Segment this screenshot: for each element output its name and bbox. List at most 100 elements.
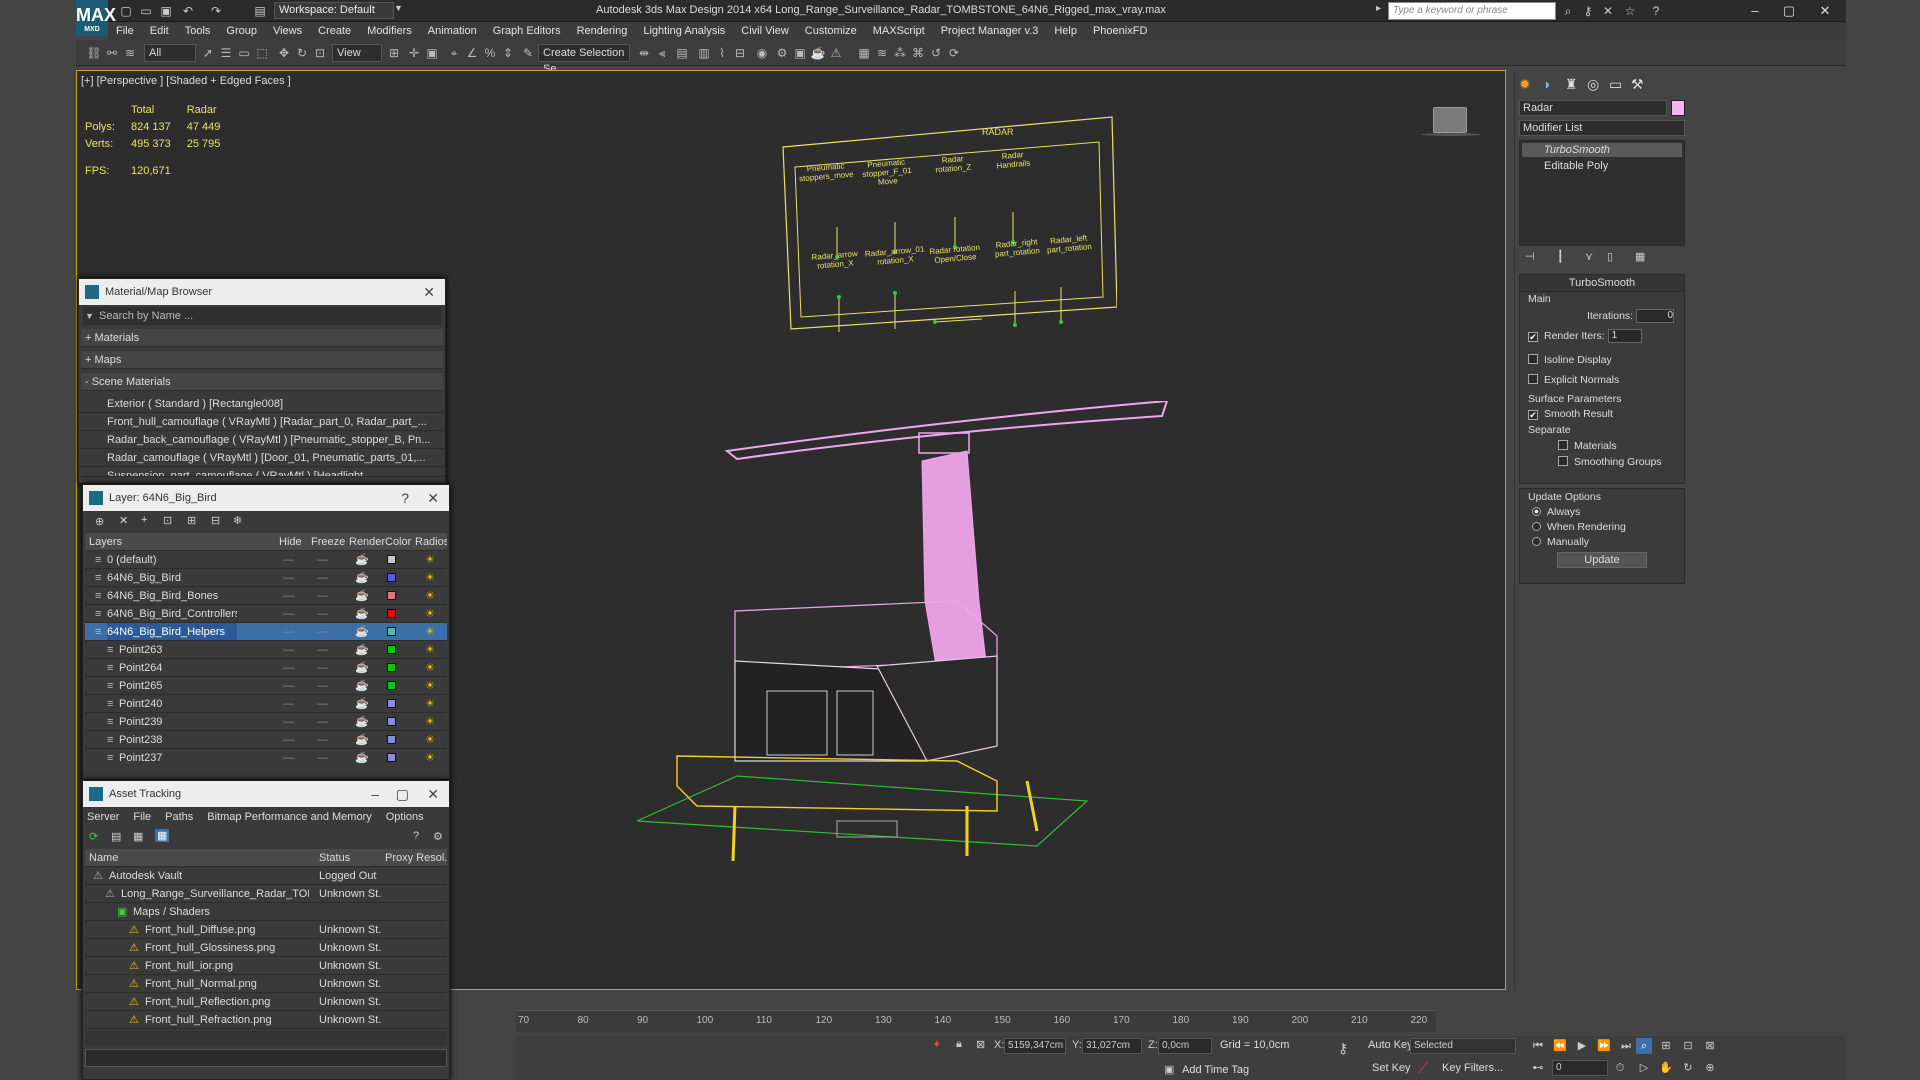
key-mode-dropdown[interactable]: Selected	[1410, 1038, 1516, 1054]
radiosity-icon[interactable]: ☀	[425, 587, 435, 604]
details-view-icon[interactable]: ▦	[155, 829, 170, 842]
render-teapot-icon[interactable]: ☕	[355, 659, 369, 676]
key-filters-button[interactable]: Key Filters...	[1442, 1062, 1503, 1074]
radiosity-icon[interactable]: ☀	[425, 623, 435, 640]
maximize-viewport-icon[interactable]: ⊕	[1702, 1060, 1718, 1076]
chevron-down-icon[interactable]: ▼	[394, 3, 403, 13]
chevron-right-icon[interactable]: ▸	[1376, 3, 1381, 14]
rig-controls-board[interactable]	[777, 107, 1117, 347]
workspace-dropdown[interactable]: Workspace: Default	[274, 2, 394, 19]
smooth-result-checkbox[interactable]: ✔	[1528, 410, 1538, 420]
select-object-icon[interactable]: ➚	[200, 45, 216, 61]
material-item[interactable]: Radar_camouflage ( VRayMtl ) [Door_01, P…	[79, 449, 445, 467]
col-color[interactable]: Color	[385, 533, 411, 550]
prev-frame-icon[interactable]: ⏪	[1552, 1038, 1568, 1054]
scale-icon[interactable]: ⊡	[312, 45, 328, 61]
rollout-title[interactable]: TurboSmooth	[1520, 275, 1684, 292]
menu-maxscript[interactable]: MAXScript	[865, 22, 933, 40]
layer-color-swatch[interactable]	[387, 735, 396, 744]
radiosity-icon[interactable]: ☀	[425, 551, 435, 568]
reference-coordinate-dropdown[interactable]: View	[332, 44, 382, 62]
col-freeze[interactable]: Freeze	[311, 533, 345, 550]
mirror-icon[interactable]: ⇹	[636, 45, 652, 61]
layer-color-swatch[interactable]	[387, 555, 396, 564]
isoline-checkbox[interactable]	[1528, 354, 1538, 364]
scene-materials-group[interactable]: - Scene Materials	[81, 373, 443, 391]
freeze-toggle[interactable]: —	[317, 641, 328, 658]
close-icon[interactable]: ✕	[427, 485, 439, 511]
smoothing-groups-checkbox[interactable]	[1558, 456, 1568, 466]
render-teapot-icon[interactable]: ☕	[810, 45, 826, 61]
viewcube-icon[interactable]	[1433, 107, 1467, 133]
viewport-label[interactable]: [+] [Perspective ] [Shaded + Edged Faces…	[81, 75, 291, 87]
col-radiosity[interactable]: Radiosity	[415, 533, 447, 550]
rotate-icon[interactable]: ↻	[294, 45, 310, 61]
materials-checkbox[interactable]	[1558, 440, 1568, 450]
angle-snap-icon[interactable]: ∠	[464, 45, 480, 61]
layer-row[interactable]: ≡ 64N6_Big_Bird_Helpers — — ☕ ☀	[85, 623, 447, 641]
freeze-toggle[interactable]: —	[317, 749, 328, 765]
material-item[interactable]: Exterior ( Standard ) [Rectangle008]	[79, 395, 445, 413]
add-to-layer-icon[interactable]: +	[141, 514, 147, 526]
radiosity-icon[interactable]: ☀	[425, 695, 435, 712]
current-frame-field[interactable]: 0	[1552, 1060, 1608, 1076]
link-icon[interactable]: ⛓	[86, 45, 102, 61]
layer-row[interactable]: ≡ Point263 — — ☕ ☀	[85, 641, 447, 659]
asset-tracking-titlebar[interactable]: Asset Tracking – ▢ ✕	[83, 781, 449, 807]
open-file-icon[interactable]: ▭	[138, 3, 154, 19]
object-name-field[interactable]: Radar	[1519, 100, 1667, 116]
key-icon[interactable]: ⚷	[1580, 3, 1596, 19]
layer-row[interactable]: ≡ Point265 — — ☕ ☀	[85, 677, 447, 695]
freeze-toggle[interactable]: —	[317, 569, 328, 586]
asset-menu-file[interactable]: File	[133, 811, 151, 823]
radiosity-icon[interactable]: ☀	[425, 569, 435, 586]
freeze-toggle[interactable]: —	[317, 713, 328, 730]
layer-color-swatch[interactable]	[387, 681, 396, 690]
hide-toggle[interactable]: —	[283, 569, 294, 586]
ctrl-point-7[interactable]	[933, 320, 937, 324]
layer-row[interactable]: ≡ 64N6_Big_Bird_Bones — — ☕ ☀	[85, 587, 447, 605]
goto-end-icon[interactable]: ⏭	[1618, 1038, 1634, 1054]
render-teapot-icon[interactable]: ☕	[355, 551, 369, 568]
pin-stack-icon[interactable]: ⊣	[1525, 250, 1535, 263]
explicit-normals-checkbox[interactable]	[1528, 374, 1538, 384]
motion-tab-icon[interactable]: ◎	[1587, 76, 1599, 93]
x-coordinate-field[interactable]: 5159,347cm	[1004, 1038, 1066, 1054]
layer-row[interactable]: ≡ 64N6_Big_Bird_Controllers — — ☕ ☀	[85, 605, 447, 623]
freeze-toggle[interactable]: —	[317, 587, 328, 604]
hide-toggle[interactable]: —	[283, 677, 294, 694]
bind-spacewarp-icon[interactable]: ≋	[122, 45, 138, 61]
when-rendering-radio[interactable]	[1532, 522, 1541, 531]
render-teapot-icon[interactable]: ☕	[355, 749, 369, 765]
particle-icon[interactable]: ⁂	[892, 45, 908, 61]
orbit-icon[interactable]: ↻	[1680, 1060, 1696, 1076]
menu-rendering[interactable]: Rendering	[569, 22, 636, 40]
snaps-toggle-icon[interactable]: ⌖	[446, 45, 462, 61]
help-icon[interactable]: ?	[1648, 3, 1664, 19]
zoom-extents-icon[interactable]: ⊡	[1680, 1038, 1696, 1054]
menu-file[interactable]: File	[108, 22, 142, 40]
search-dropdown-icon[interactable]: ▼	[85, 307, 94, 325]
freeze-toggle[interactable]: —	[317, 659, 328, 676]
keyboard-shortcut-icon[interactable]: ▣	[424, 45, 440, 61]
hide-toggle[interactable]: —	[283, 731, 294, 748]
hierarchy-tab-icon[interactable]: ♜	[1565, 76, 1578, 93]
remove-modifier-icon[interactable]: ▯	[1607, 250, 1613, 263]
ctrl-point-6[interactable]	[893, 291, 897, 295]
radiosity-icon[interactable]: ☀	[425, 659, 435, 676]
asset-row[interactable]: ⚠ Autodesk Vault Logged Out	[85, 867, 447, 885]
render-teapot-icon[interactable]: ☕	[355, 677, 369, 694]
select-by-name-icon[interactable]: ☰	[218, 45, 234, 61]
stack-item-turbosmooth[interactable]: TurboSmooth	[1522, 143, 1682, 157]
helper-icon[interactable]: ⌘	[910, 45, 926, 61]
menu-modifiers[interactable]: Modifiers	[359, 22, 420, 40]
viewcube-ring[interactable]	[1421, 133, 1481, 136]
show-end-result-icon[interactable]: ┃	[1557, 250, 1564, 263]
graphite-toggle-icon[interactable]: ▥	[696, 45, 712, 61]
layer-row[interactable]: ≡ Point237 — — ☕ ☀	[85, 749, 447, 765]
project-icon[interactable]: ▤	[252, 3, 268, 19]
layer-row[interactable]: ≡ 64N6_Big_Bird — — ☕ ☀	[85, 569, 447, 587]
menu-civil-view[interactable]: Civil View	[733, 22, 796, 40]
rendered-frame-icon[interactable]: ▣	[792, 45, 808, 61]
settings-icon[interactable]: ⚙	[433, 830, 443, 843]
